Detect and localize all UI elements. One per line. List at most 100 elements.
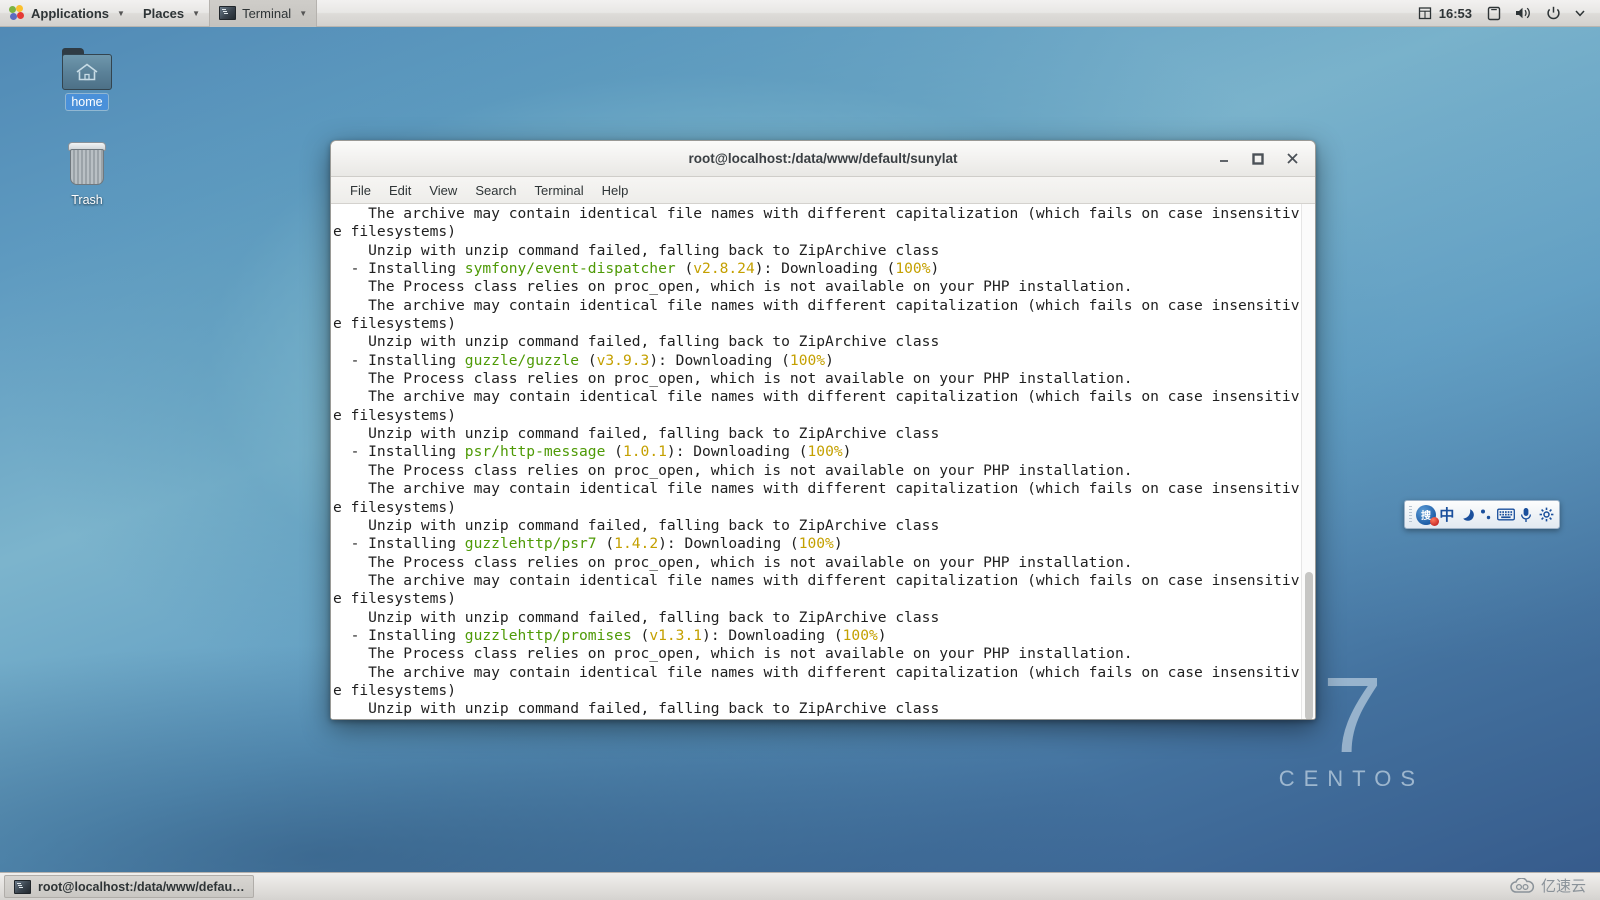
terminal-span-pkg: guzzle/guzzle	[464, 351, 580, 369]
window-title: root@localhost:/data/www/default/sunylat	[688, 151, 958, 166]
clock-text: 16:53	[1438, 5, 1472, 21]
terminal-span-pkg: guzzlehttp/psr7	[464, 535, 597, 553]
terminal-span-pkg: symfony/event-dispatcher	[464, 260, 676, 278]
terminal-span: e filesystems)	[333, 223, 457, 241]
desktop-icon-home[interactable]: home	[46, 48, 128, 110]
terminal-span: Unzip with unzip command failed, falling…	[333, 516, 940, 534]
terminal-span: )	[833, 535, 843, 553]
applications-menu[interactable]: Applications ▼	[0, 0, 134, 27]
terminal-icon	[219, 6, 237, 20]
terminal-span: The archive may contain identical file n…	[333, 571, 1300, 589]
terminal-line: The Process class relies on proc_open, w…	[333, 278, 1301, 296]
terminal-line: Unzip with unzip command failed, falling…	[333, 609, 1301, 627]
brand-text: 亿速云	[1540, 878, 1586, 895]
terminal-span: )	[842, 443, 852, 461]
terminal-line: e filesystems)	[333, 682, 1301, 700]
terminal-output[interactable]: The archive may contain identical file n…	[331, 204, 1301, 719]
terminal-span-pct: 100%	[789, 351, 826, 369]
terminal-line: The Process class relies on proc_open, w…	[333, 645, 1301, 663]
terminal-span: - Installing	[333, 443, 465, 461]
terminal-span: The archive may contain identical file n…	[333, 296, 1300, 314]
terminal-span: e filesystems)	[333, 406, 457, 424]
terminal-window[interactable]: root@localhost:/data/www/default/sunylat	[330, 140, 1316, 720]
terminal-span: Unzip with unzip command failed, falling…	[333, 608, 940, 626]
ime-logo-icon[interactable]: 搜	[1416, 504, 1439, 526]
terminal-span-ver: v3.9.3	[596, 351, 650, 369]
terminal-span: - Installing	[333, 351, 465, 369]
moon-icon[interactable]	[1458, 504, 1476, 526]
terminal-line: Unzip with unzip command failed, falling…	[333, 333, 1301, 351]
terminal-line: The Process class relies on proc_open, w…	[333, 370, 1301, 388]
menu-file[interactable]: File	[341, 180, 380, 201]
terminal-span: The Process class relies on proc_open, w…	[333, 553, 1133, 571]
chevron-down-icon: ▼	[299, 8, 308, 18]
terminal-line: The archive may contain identical file n…	[333, 572, 1301, 590]
home-folder-icon	[62, 48, 112, 90]
places-menu[interactable]: Places ▼	[134, 0, 209, 27]
terminal-span: e filesystems)	[333, 498, 457, 516]
active-window-label: Terminal	[242, 5, 292, 21]
punctuation-icon[interactable]	[1478, 504, 1496, 526]
scrollbar-thumb[interactable]	[1305, 572, 1313, 719]
volume-icon[interactable]	[1508, 0, 1539, 27]
brand-watermark: 亿速云	[1510, 875, 1586, 896]
chevron-down-icon[interactable]	[1568, 0, 1592, 27]
terminal-scrollbar[interactable]	[1301, 204, 1315, 719]
terminal-span: - Installing	[333, 260, 465, 278]
terminal-span: e filesystems)	[333, 681, 457, 699]
places-menu-label: Places	[142, 5, 185, 21]
terminal-span: )	[877, 626, 887, 644]
terminal-span-pct: 100%	[842, 626, 878, 644]
taskbar-window-label: root@localhost:/data/www/defau…	[38, 879, 245, 894]
microphone-icon[interactable]	[1517, 504, 1535, 526]
power-icon[interactable]	[1539, 0, 1568, 27]
ime-drag-handle[interactable]	[1409, 506, 1412, 523]
terminal-span: The archive may contain identical file n…	[333, 480, 1300, 498]
ime-toolbar[interactable]: 搜 中	[1404, 500, 1560, 529]
terminal-body[interactable]: The archive may contain identical file n…	[331, 204, 1315, 719]
terminal-span-pct: 100%	[895, 260, 931, 278]
terminal-line: The archive may contain identical file n…	[333, 480, 1301, 498]
settings-icon[interactable]	[1537, 504, 1555, 526]
terminal-span: The archive may contain identical file n…	[333, 663, 1300, 681]
ime-chinese-mode-button[interactable]: 中	[1438, 504, 1456, 526]
terminal-span-pct: 100%	[807, 443, 843, 461]
clock-area[interactable]: 16:53	[1410, 0, 1480, 27]
terminal-span-ver: 1.0.1	[622, 443, 667, 461]
terminal-span: ): Downloading (	[702, 626, 843, 644]
menu-view[interactable]: View	[420, 180, 466, 201]
terminal-line: The Process class relies on proc_open, w…	[333, 462, 1301, 480]
terminal-line: The Process class relies on proc_open, w…	[333, 554, 1301, 572]
menu-edit[interactable]: Edit	[380, 180, 420, 201]
active-window-menu[interactable]: Terminal ▼	[209, 0, 318, 27]
terminal-span: - Installing	[333, 535, 465, 553]
terminal-span: The archive may contain identical file n…	[333, 388, 1300, 406]
keyboard-icon[interactable]	[1497, 504, 1516, 526]
display-icon[interactable]	[1480, 0, 1508, 27]
terminal-line: - Installing psr/http-message (1.0.1): D…	[333, 443, 1301, 461]
desktop: Applications ▼ Places ▼ Terminal ▼ 16:53…	[0, 0, 1600, 900]
terminal-line: e filesystems)	[333, 407, 1301, 425]
menu-search[interactable]: Search	[466, 180, 525, 201]
menu-help[interactable]: Help	[593, 180, 638, 201]
window-controls	[1215, 150, 1315, 168]
terminal-span: (	[579, 351, 597, 369]
menu-terminal[interactable]: Terminal	[526, 180, 593, 201]
centos-logo-icon	[9, 5, 25, 21]
terminal-span: The Process class relies on proc_open, w…	[333, 370, 1133, 388]
terminal-line: e filesystems)	[333, 223, 1301, 241]
terminal-line: - Installing guzzlehttp/promises (v1.3.1…	[333, 627, 1301, 645]
terminal-span: The archive may contain identical file n…	[333, 205, 1300, 222]
window-title-bar[interactable]: root@localhost:/data/www/default/sunylat	[331, 141, 1315, 177]
terminal-span: (	[675, 260, 694, 278]
close-button[interactable]	[1283, 150, 1301, 168]
maximize-button[interactable]	[1249, 150, 1267, 168]
terminal-span-pct: 100%	[798, 535, 834, 553]
terminal-icon	[14, 879, 31, 894]
desktop-icon-trash[interactable]: Trash	[46, 140, 128, 208]
minimize-button[interactable]	[1215, 150, 1233, 168]
trash-icon	[65, 140, 109, 188]
terminal-span-pkg: psr/http-message	[464, 443, 606, 461]
terminal-span: (	[605, 443, 623, 461]
taskbar-window-button[interactable]: root@localhost:/data/www/defau…	[4, 875, 254, 898]
